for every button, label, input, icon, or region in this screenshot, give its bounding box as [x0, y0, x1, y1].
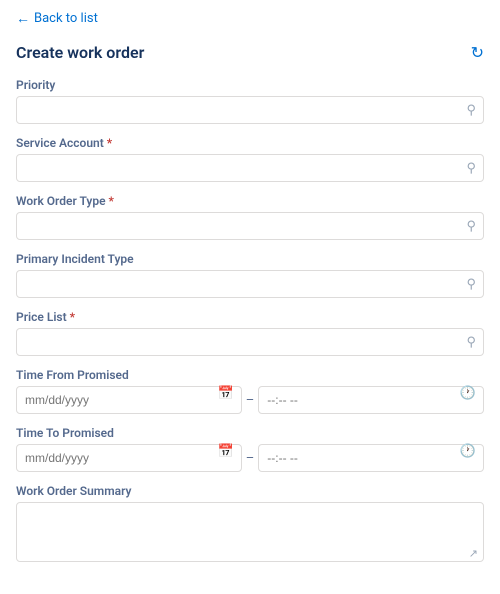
time-to-time-input[interactable] [258, 444, 484, 472]
time-to-time-wrapper: 🕐 [258, 444, 484, 472]
service-account-input-wrapper: ⚲ [16, 154, 484, 182]
time-to-date-wrapper: 📅 [16, 444, 242, 472]
priority-input[interactable] [16, 96, 484, 124]
page-title: Create work order [16, 43, 144, 62]
priority-label: Priority [16, 78, 484, 92]
refresh-icon[interactable]: ↻ [471, 43, 484, 62]
service-account-input[interactable] [16, 154, 484, 182]
time-to-promised-row: 📅 – 🕐 [16, 444, 484, 472]
required-star-pl: * [67, 310, 75, 324]
work-order-type-input[interactable] [16, 212, 484, 240]
work-order-type-input-wrapper: ⚲ [16, 212, 484, 240]
primary-incident-type-field: Primary Incident Type ⚲ [16, 252, 484, 298]
time-to-date-input[interactable] [16, 444, 242, 472]
work-order-type-label: Work Order Type * [16, 194, 484, 208]
datetime-separator-from: – [246, 393, 255, 408]
time-to-promised-label: Time To Promised [16, 426, 484, 440]
price-list-field: Price List * ⚲ [16, 310, 484, 356]
time-from-date-wrapper: 📅 [16, 386, 242, 414]
time-from-time-wrapper: 🕐 [258, 386, 484, 414]
service-account-field: Service Account * ⚲ [16, 136, 484, 182]
required-star: * [104, 136, 112, 150]
time-from-date-input[interactable] [16, 386, 242, 414]
work-order-summary-wrapper: ↗ [16, 502, 484, 566]
primary-incident-type-input[interactable] [16, 270, 484, 298]
work-order-summary-textarea[interactable] [16, 502, 484, 562]
work-order-summary-field: Work Order Summary ↗ [16, 484, 484, 566]
work-order-type-field: Work Order Type * ⚲ [16, 194, 484, 240]
work-order-summary-label: Work Order Summary [16, 484, 484, 498]
time-from-promised-label: Time From Promised [16, 368, 484, 382]
time-to-promised-field: Time To Promised 📅 – 🕐 [16, 426, 484, 472]
time-from-time-input[interactable] [258, 386, 484, 414]
primary-incident-type-input-wrapper: ⚲ [16, 270, 484, 298]
back-link-label: Back to list [34, 11, 98, 26]
datetime-separator-to: – [246, 451, 255, 466]
price-list-input[interactable] [16, 328, 484, 356]
required-star-wot: * [106, 194, 114, 208]
time-from-promised-field: Time From Promised 📅 – 🕐 [16, 368, 484, 414]
priority-input-wrapper: ⚲ [16, 96, 484, 124]
time-from-promised-row: 📅 – 🕐 [16, 386, 484, 414]
back-to-list-link[interactable]: ← Back to list [16, 10, 484, 27]
primary-incident-type-label: Primary Incident Type [16, 252, 484, 266]
priority-field: Priority ⚲ [16, 78, 484, 124]
page-header: Create work order ↻ [16, 43, 484, 62]
back-arrow-icon: ← [16, 10, 30, 27]
price-list-label: Price List * [16, 310, 484, 324]
service-account-label: Service Account * [16, 136, 484, 150]
price-list-input-wrapper: ⚲ [16, 328, 484, 356]
